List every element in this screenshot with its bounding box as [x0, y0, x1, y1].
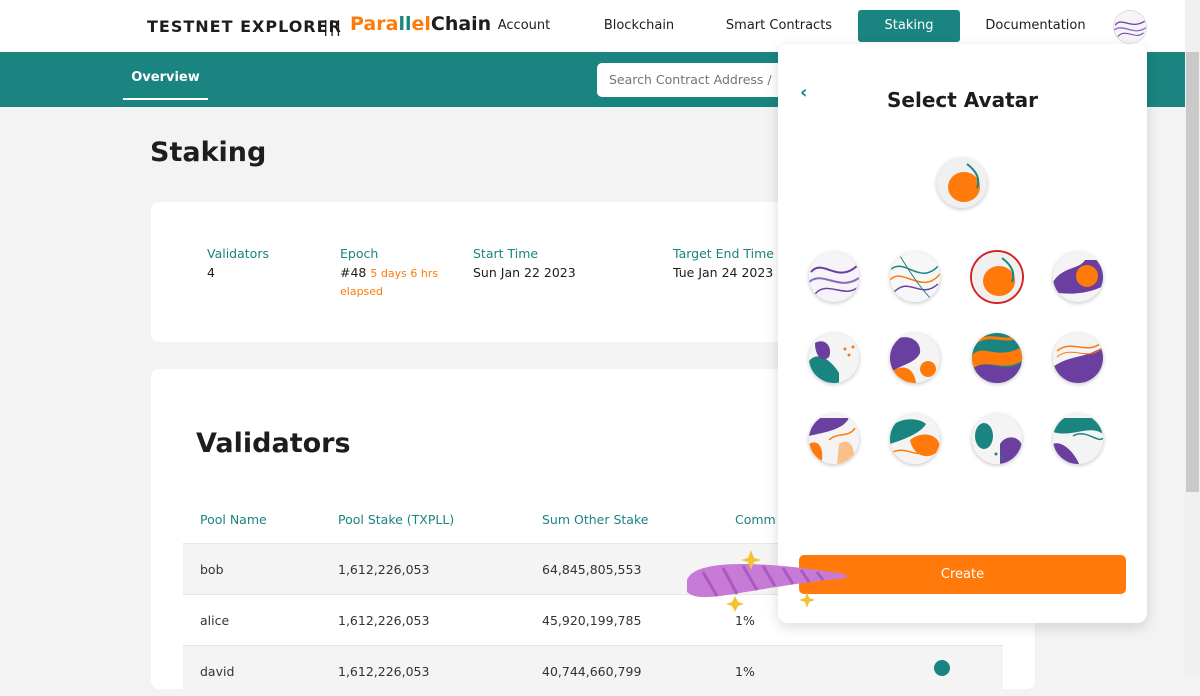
- selected-avatar-preview: [937, 158, 987, 208]
- pool-stake-cell: 1,612,226,053: [338, 562, 430, 577]
- avatar-option-10[interactable]: [890, 414, 940, 464]
- column-pool-name[interactable]: Pool Name: [200, 512, 267, 527]
- column-sum-other-stake[interactable]: Sum Other Stake: [542, 512, 648, 527]
- start-time-label: Start Time: [473, 246, 539, 261]
- page-title: Staking: [150, 137, 267, 168]
- validators-title: Validators: [196, 428, 351, 459]
- pool-name-cell: david: [200, 664, 235, 679]
- avatar-option-7[interactable]: [972, 333, 1022, 383]
- avatar-option-5[interactable]: [809, 333, 859, 383]
- tab-active-underline: [123, 98, 208, 100]
- user-avatar-icon[interactable]: [1113, 10, 1147, 44]
- avatar-option-3[interactable]: [972, 252, 1022, 302]
- nav-staking[interactable]: Staking: [858, 10, 960, 42]
- table-row[interactable]: david 1,612,226,053 40,744,660,799 1%: [183, 645, 1003, 696]
- avatar-option-4[interactable]: [1053, 252, 1103, 302]
- epoch-value: #48 5 days 6 hrs: [340, 265, 439, 280]
- nav-blockchain[interactable]: Blockchain: [596, 10, 682, 42]
- other-stake-cell: 40,744,660,799: [542, 664, 642, 679]
- parallelchain-logo[interactable]: ParallelChain: [350, 13, 491, 35]
- other-stake-cell: 45,920,199,785: [542, 613, 642, 628]
- column-commission[interactable]: Comm: [735, 512, 776, 527]
- avatar-option-11[interactable]: [972, 414, 1022, 464]
- tab-overview[interactable]: Overview: [123, 70, 208, 85]
- brand-separator: |||: [323, 17, 343, 36]
- epoch-elapsed-label: elapsed: [340, 285, 384, 298]
- other-stake-cell: 64,845,805,553: [542, 562, 642, 577]
- nav-account[interactable]: Account: [488, 10, 560, 42]
- pool-stake-cell: 1,612,226,053: [338, 664, 430, 679]
- avatar-option-1[interactable]: [809, 252, 859, 302]
- commission-cell: 1%: [735, 613, 755, 628]
- dialog-title: Select Avatar: [887, 88, 1038, 112]
- pool-stake-cell: 1,612,226,053: [338, 613, 430, 628]
- select-avatar-dialog: ‹ Select Avatar Create: [778, 44, 1147, 623]
- validators-count-value: 4: [207, 265, 215, 280]
- commission-cell: 1%: [735, 664, 755, 679]
- decorative-horn-cursor-icon: [687, 550, 847, 612]
- avatar-option-8[interactable]: [1053, 333, 1103, 383]
- target-end-time-label: Target End Time: [673, 246, 774, 261]
- avatar-option-2[interactable]: [890, 252, 940, 302]
- avatar-option-12[interactable]: [1053, 414, 1103, 464]
- pool-name-cell: bob: [200, 562, 224, 577]
- target-end-time-value: Tue Jan 24 2023: [673, 265, 774, 280]
- epoch-label: Epoch: [340, 246, 379, 261]
- pool-name-cell: alice: [200, 613, 230, 628]
- column-pool-stake[interactable]: Pool Stake (TXPLL): [338, 512, 454, 527]
- validators-count-label: Validators: [207, 246, 269, 261]
- avatar-option-9[interactable]: [809, 414, 859, 464]
- nav-smart-contracts[interactable]: Smart Contracts: [718, 10, 840, 42]
- avatar-option-6[interactable]: [890, 333, 940, 383]
- page-scrollbar-thumb[interactable]: [1186, 52, 1199, 492]
- brand-title[interactable]: TESTNET EXPLORER: [147, 17, 342, 36]
- nav-documentation[interactable]: Documentation: [979, 10, 1092, 42]
- start-time-value: Sun Jan 22 2023: [473, 265, 576, 280]
